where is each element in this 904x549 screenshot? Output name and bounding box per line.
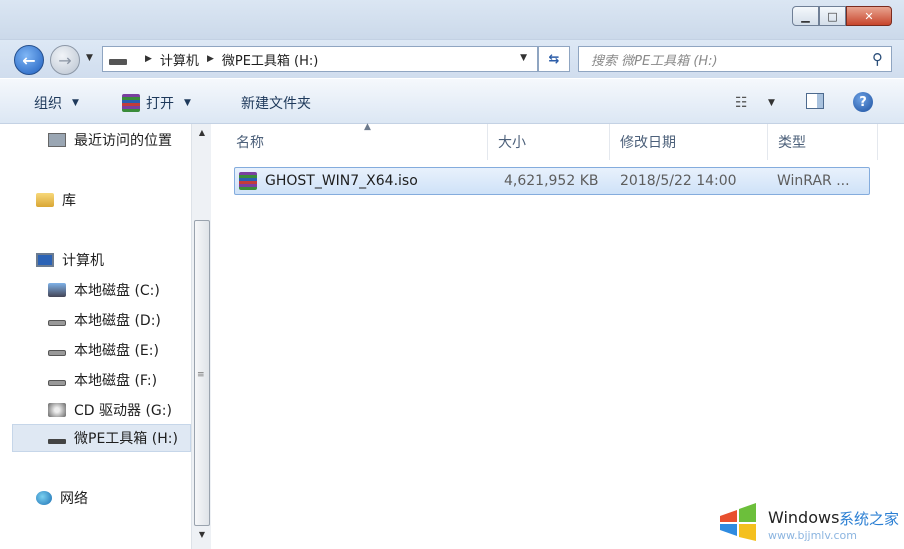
search-icon[interactable]: ⚲ <box>872 50 883 68</box>
usb-drive-icon <box>48 438 66 444</box>
chevron-down-icon[interactable]: ▼ <box>184 98 191 108</box>
nav-item-label: 微PE工具箱 (H:) <box>74 431 178 447</box>
file-name: GHOST_WIN7_X64.iso <box>265 173 418 189</box>
nav-item-label: CD 驱动器 (G:) <box>74 403 172 419</box>
file-modified: 2018/5/22 14:00 <box>620 173 737 189</box>
nav-item-label: 最近访问的位置 <box>74 133 172 149</box>
breadcrumb-drive[interactable]: 微PE工具箱 (H:) <box>222 50 319 69</box>
network-icon <box>36 491 52 505</box>
refresh-button[interactable]: ⇆ <box>538 46 570 72</box>
organize-label: 组织 <box>34 96 62 112</box>
column-header-label: 类型 <box>778 135 806 151</box>
maximize-icon: □ <box>827 9 838 23</box>
back-arrow-icon: ← <box>22 50 36 70</box>
system-disk-icon <box>48 283 66 297</box>
preview-pane-icon[interactable] <box>806 93 824 109</box>
recent-places-icon <box>48 133 66 147</box>
nav-item-network[interactable]: 网络 <box>36 484 191 512</box>
scroll-down-icon[interactable]: ▼ <box>192 530 212 544</box>
nav-item-disk-e[interactable]: 本地磁盘 (E:) <box>48 336 191 364</box>
cd-drive-icon <box>48 403 66 417</box>
open-label: 打开 <box>146 96 174 112</box>
column-header-label: 大小 <box>498 135 526 151</box>
file-type: WinRAR ... <box>777 173 850 189</box>
winrar-icon <box>122 94 140 112</box>
nav-item-cd-g[interactable]: CD 驱动器 (G:) <box>48 396 191 424</box>
file-row[interactable]: GHOST_WIN7_X64.iso 4,621,952 KB 2018/5/2… <box>234 167 870 195</box>
search-input[interactable]: 搜索 微PE工具箱 (H:) ⚲ <box>578 46 892 72</box>
window-controls: ▁ □ ✕ <box>792 6 892 28</box>
library-icon <box>36 193 54 207</box>
nav-item-label: 计算机 <box>62 253 104 269</box>
column-header-modified[interactable]: 修改日期 <box>610 124 768 160</box>
column-header-label: 名称 <box>236 135 264 151</box>
watermark-brand: Windows <box>768 508 840 527</box>
forward-button[interactable]: → <box>50 45 80 75</box>
address-bar[interactable]: ▶ 计算机 ▶ 微PE工具箱 (H:) ▼ <box>102 46 538 72</box>
breadcrumb-chevron-icon[interactable]: ▶ <box>145 54 152 64</box>
minimize-button[interactable]: ▁ <box>792 6 819 26</box>
open-button[interactable]: 打开 ▼ <box>122 93 191 113</box>
nav-item-computer[interactable]: 计算机 <box>36 246 191 274</box>
new-folder-label: 新建文件夹 <box>241 96 311 112</box>
column-header-label: 修改日期 <box>620 135 676 151</box>
organize-button[interactable]: 组织 ▼ <box>34 93 79 113</box>
address-row: ← → ▼ ▶ 计算机 ▶ 微PE工具箱 (H:) ▼ ⇆ 搜索 微PE工具箱 … <box>0 40 904 78</box>
title-bar: ▁ □ ✕ <box>0 0 904 40</box>
disk-icon <box>48 320 66 326</box>
nav-item-library[interactable]: 库 <box>36 186 191 214</box>
watermark-site: 系统之家 <box>839 510 900 528</box>
column-header-name[interactable]: ▲ 名称 <box>226 122 488 160</box>
column-header-size[interactable]: 大小 <box>488 124 610 160</box>
watermark: Windows 系统之家 www.bjjmlv.com <box>706 494 904 549</box>
nav-item-disk-c[interactable]: 本地磁盘 (C:) <box>48 276 191 304</box>
drive-icon <box>109 59 127 65</box>
help-icon[interactable]: ? <box>853 92 873 112</box>
nav-item-label: 本地磁盘 (F:) <box>74 373 158 389</box>
nav-item-pe-h[interactable]: 微PE工具箱 (H:) <box>12 424 191 452</box>
address-dropdown-icon[interactable]: ▼ <box>520 53 527 63</box>
winrar-archive-icon <box>239 172 257 190</box>
scroll-grip-icon: ≡ <box>197 370 205 380</box>
refresh-icon: ⇆ <box>548 51 560 67</box>
windows-logo-icon <box>720 503 756 541</box>
recent-pages-dropdown-icon[interactable]: ▼ <box>86 53 93 63</box>
file-list-pane: ▲ 名称 大小 修改日期 类型 GHOST_WIN7_X64.iso 4,621… <box>214 122 904 549</box>
forward-arrow-icon: → <box>58 50 72 70</box>
watermark-url: www.bjjmlv.com <box>768 529 857 542</box>
disk-icon <box>48 380 66 386</box>
maximize-button[interactable]: □ <box>819 6 846 26</box>
new-folder-button[interactable]: 新建文件夹 <box>241 93 311 113</box>
navigation-pane: 最近访问的位置 库 计算机 本地磁盘 (C:) 本地磁盘 (D:) 本地磁盘 (… <box>0 124 214 549</box>
command-bar: 组织 ▼ 打开 ▼ 新建文件夹 ☷ ▼ ? <box>0 78 904 124</box>
nav-item-disk-d[interactable]: 本地磁盘 (D:) <box>48 306 191 334</box>
chevron-down-icon[interactable]: ▼ <box>768 98 775 108</box>
search-placeholder: 搜索 微PE工具箱 (H:) <box>591 53 718 69</box>
scroll-up-icon[interactable]: ▲ <box>192 128 212 142</box>
navigation-scrollbar[interactable]: ▲ ≡ ▼ <box>191 124 211 549</box>
disk-icon <box>48 350 66 356</box>
close-button[interactable]: ✕ <box>846 6 892 26</box>
nav-item-label: 本地磁盘 (C:) <box>74 283 160 299</box>
nav-item-label: 库 <box>62 193 76 209</box>
nav-item-recent[interactable]: 最近访问的位置 <box>48 126 191 154</box>
close-icon: ✕ <box>864 9 874 23</box>
column-header-type[interactable]: 类型 <box>768 124 878 160</box>
nav-item-disk-f[interactable]: 本地磁盘 (F:) <box>48 366 191 394</box>
view-options-icon[interactable]: ☷ <box>735 95 748 111</box>
computer-icon <box>36 253 54 267</box>
breadcrumb-chevron-icon[interactable]: ▶ <box>207 54 214 64</box>
back-button[interactable]: ← <box>14 45 44 75</box>
sort-ascending-icon: ▲ <box>364 122 371 132</box>
chevron-down-icon: ▼ <box>72 98 79 108</box>
nav-item-label: 本地磁盘 (E:) <box>74 343 159 359</box>
minimize-icon: ▁ <box>801 9 810 23</box>
nav-item-label: 网络 <box>60 491 88 507</box>
breadcrumb-computer[interactable]: 计算机 <box>160 50 199 69</box>
nav-item-label: 本地磁盘 (D:) <box>74 313 161 329</box>
file-size: 4,621,952 KB <box>504 173 599 189</box>
